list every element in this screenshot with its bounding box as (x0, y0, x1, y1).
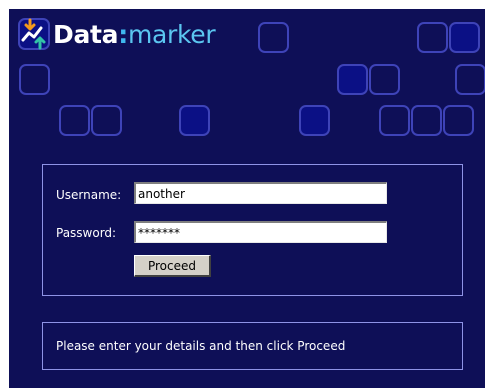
decorative-tile (59, 105, 90, 136)
decorative-tile (417, 22, 448, 53)
app-title-word: Data (53, 19, 119, 49)
proceed-button[interactable]: Proceed (134, 255, 211, 277)
decorative-tile (179, 105, 210, 136)
username-input[interactable] (134, 182, 387, 204)
decorative-tile (443, 105, 474, 136)
password-label: Password: (56, 226, 117, 240)
decorative-tile (337, 64, 368, 95)
decorative-tile (411, 105, 442, 136)
app-title-suffix: marker (127, 19, 216, 49)
decorative-tile (449, 22, 480, 53)
app-logo: Data:marker (18, 17, 216, 51)
decorative-tile (91, 105, 122, 136)
status-message-panel: Please enter your details and then click… (42, 322, 463, 370)
password-input[interactable] (134, 221, 387, 243)
app-title-colon: : (118, 19, 128, 49)
status-message: Please enter your details and then click… (56, 339, 346, 353)
decorative-tile (19, 64, 50, 95)
decorative-tile (258, 22, 289, 53)
login-screen: Data:marker Username: Password: Proceed … (9, 9, 485, 388)
decorative-tile (455, 64, 485, 95)
app-title: Data:marker (53, 19, 216, 49)
login-form-panel: Username: Password: Proceed (42, 164, 463, 296)
decorative-tile (299, 105, 330, 136)
username-label: Username: (56, 188, 122, 202)
decorative-tile (379, 105, 410, 136)
decorative-tile (369, 64, 400, 95)
datamarker-logo-icon (18, 18, 50, 50)
